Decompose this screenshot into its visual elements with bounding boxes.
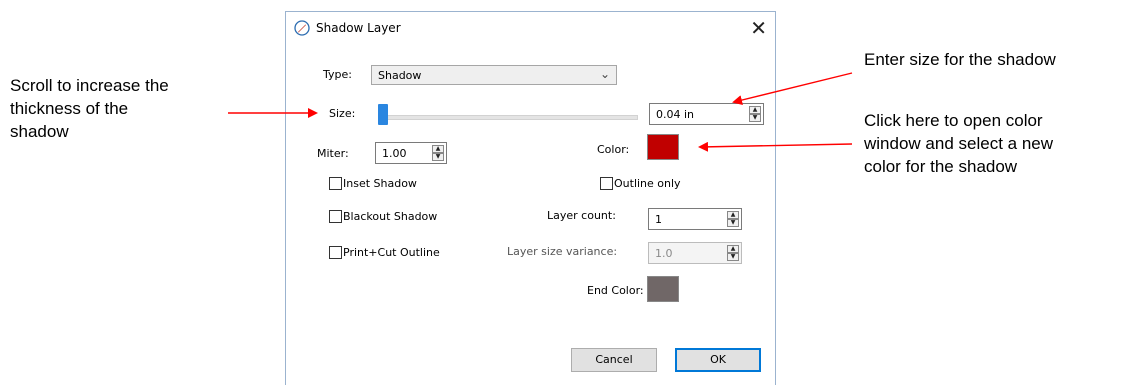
annotation-arrows <box>228 72 853 152</box>
arrow-to-color-swatch <box>698 141 853 152</box>
arrow-to-size-input <box>732 72 853 105</box>
